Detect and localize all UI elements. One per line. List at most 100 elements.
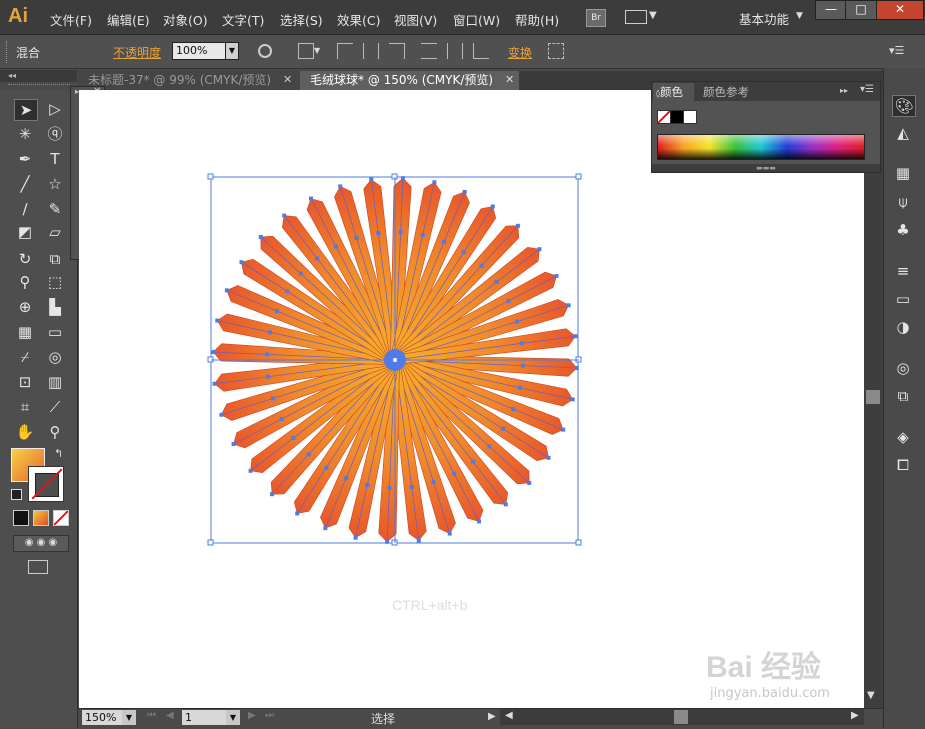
opacity-dropdown-button[interactable]: ▼ — [225, 42, 239, 60]
blob-brush-tool-icon[interactable]: ◩ — [14, 222, 36, 242]
menu-type[interactable]: 文字(T) — [222, 10, 264, 29]
hand-tool-icon[interactable]: ✋ — [14, 422, 36, 442]
align-horizontal-center-icon[interactable] — [363, 43, 379, 59]
gradient-tool-icon[interactable]: ▭ — [44, 322, 66, 342]
lasso-tool-icon[interactable]: ⓠ — [44, 124, 66, 144]
graphic-styles-icon[interactable]: ⧉ — [892, 386, 914, 406]
transparency-icon[interactable]: ◑ — [892, 317, 914, 337]
black-swatch[interactable] — [670, 110, 684, 124]
anchor-point[interactable] — [219, 412, 224, 417]
swatches-icon[interactable]: ▦ — [892, 163, 914, 183]
close-icon[interactable]: ✕ — [283, 73, 292, 86]
anchor-point[interactable] — [477, 519, 482, 524]
anchor-point[interactable] — [353, 535, 358, 540]
previous-artboard-icon[interactable]: ◀ — [166, 710, 174, 721]
anchor-point[interactable] — [270, 492, 275, 497]
anchor-point[interactable] — [570, 397, 575, 402]
pencil-tool-icon[interactable]: ✎ — [44, 199, 66, 219]
color-panel-icon[interactable]: 🎨︎ — [892, 95, 916, 117]
horizontal-scroll-thumb[interactable] — [674, 710, 688, 724]
artboard-tool-icon[interactable]: ⌗ — [14, 397, 36, 417]
artboard-number-field[interactable]: 1 — [182, 710, 226, 725]
slice-tool-icon[interactable]: ⟋ — [44, 397, 66, 417]
symbol-sprayer-tool-icon[interactable]: ⊡ — [14, 372, 36, 392]
status-menu-icon[interactable]: ▶ — [488, 711, 496, 722]
anchor-point[interactable] — [338, 184, 343, 189]
scroll-right-icon[interactable]: ▶ — [851, 710, 859, 721]
color-guide-icon[interactable]: ◭ — [892, 123, 914, 143]
anchor-point[interactable] — [461, 250, 466, 255]
gradient-mode-icon[interactable] — [33, 510, 49, 526]
recolor-icon[interactable] — [258, 44, 272, 58]
anchor-point[interactable] — [479, 263, 484, 268]
anchor-point[interactable] — [546, 455, 551, 460]
zoom-dropdown-button[interactable]: ▼ — [122, 710, 136, 725]
anchor-point[interactable] — [447, 531, 452, 536]
perspective-grid-tool-icon[interactable]: ▙ — [44, 297, 66, 317]
anchor-point[interactable] — [416, 538, 421, 543]
anchor-point[interactable] — [211, 350, 216, 355]
rotate-tool-icon[interactable]: ↻ — [14, 249, 36, 269]
anchor-point[interactable] — [295, 511, 300, 516]
tab-color[interactable]: ◊颜色 — [653, 83, 694, 101]
anchor-point[interactable] — [333, 244, 338, 249]
menu-effect[interactable]: 效果(C) — [337, 10, 380, 29]
anchor-point[interactable] — [274, 309, 279, 314]
maximize-button[interactable]: □ — [845, 0, 877, 20]
anchor-point[interactable] — [387, 485, 392, 490]
layers-icon[interactable]: ◈ — [892, 427, 914, 447]
magic-wand-tool-icon[interactable]: ✳ — [14, 124, 36, 144]
collapse-toolbar-icon[interactable]: ◂◂ — [0, 70, 77, 82]
anchor-point[interactable] — [212, 381, 217, 386]
anchor-point[interactable] — [561, 427, 566, 432]
anchor-point[interactable] — [431, 480, 436, 485]
grip-icon[interactable]: ▬▬▬ — [652, 164, 880, 172]
white-swatch[interactable] — [683, 110, 697, 124]
anchor-point[interactable] — [344, 476, 349, 481]
anchor-point[interactable] — [527, 480, 532, 485]
anchor-point[interactable] — [239, 260, 244, 265]
stroke-icon[interactable]: ≡ — [892, 261, 914, 281]
align-to-icon[interactable] — [298, 43, 314, 59]
menu-view[interactable]: 视图(V) — [394, 10, 437, 29]
star-tool-icon[interactable]: ☆ — [44, 174, 66, 194]
eraser-tool-icon[interactable]: ▱ — [44, 222, 66, 242]
anchor-point[interactable] — [503, 502, 508, 507]
anchor-point[interactable] — [215, 318, 220, 323]
panel-menu-icon[interactable]: ▾☰ — [860, 84, 874, 95]
column-graph-tool-icon[interactable]: ▥ — [44, 372, 66, 392]
align-vertical-center-icon[interactable] — [447, 43, 463, 59]
anchor-point[interactable] — [441, 239, 446, 244]
anchor-point[interactable] — [506, 298, 511, 303]
menu-file[interactable]: 文件(F) — [50, 10, 92, 29]
brushes-icon[interactable]: ⍦ — [892, 192, 914, 212]
anchor-point[interactable] — [537, 247, 542, 252]
anchor-point[interactable] — [500, 426, 505, 431]
anchor-point[interactable] — [369, 177, 374, 182]
blend-tool-icon[interactable]: ◎ — [44, 347, 66, 367]
anchor-point[interactable] — [282, 213, 287, 218]
free-transform-tool-icon[interactable]: ⬚ — [44, 272, 66, 292]
next-artboard-icon[interactable]: ▶ — [248, 710, 256, 721]
shape-builder-tool-icon[interactable]: ⊕ — [14, 297, 36, 317]
scroll-left-icon[interactable]: ◀ — [505, 710, 513, 721]
anchor-point[interactable] — [279, 417, 284, 422]
anchor-point[interactable] — [376, 231, 381, 236]
anchor-point[interactable] — [519, 341, 524, 346]
scale-tool-icon[interactable]: ⧉ — [44, 249, 66, 269]
mesh-tool-icon[interactable]: ▦ — [14, 322, 36, 342]
anchor-point[interactable] — [266, 374, 271, 379]
eyedropper-tool-icon[interactable]: ⌿ — [14, 347, 36, 367]
anchor-point[interactable] — [268, 330, 273, 335]
artboards-icon[interactable]: ⧠ — [892, 455, 914, 475]
tab-color-guide[interactable]: 颜色参考 — [697, 83, 761, 101]
opacity-input[interactable]: 100% — [172, 42, 226, 60]
anchor-point[interactable] — [487, 444, 492, 449]
stroke-swatch[interactable] — [28, 466, 64, 502]
transform-link[interactable]: 变换 — [508, 44, 532, 61]
swap-fill-stroke-icon[interactable]: ↰ — [54, 447, 63, 460]
none-mode-icon[interactable] — [53, 510, 69, 526]
anchor-point[interactable] — [224, 288, 229, 293]
close-icon[interactable]: ✕ — [505, 73, 514, 86]
align-right-icon[interactable] — [389, 43, 405, 59]
